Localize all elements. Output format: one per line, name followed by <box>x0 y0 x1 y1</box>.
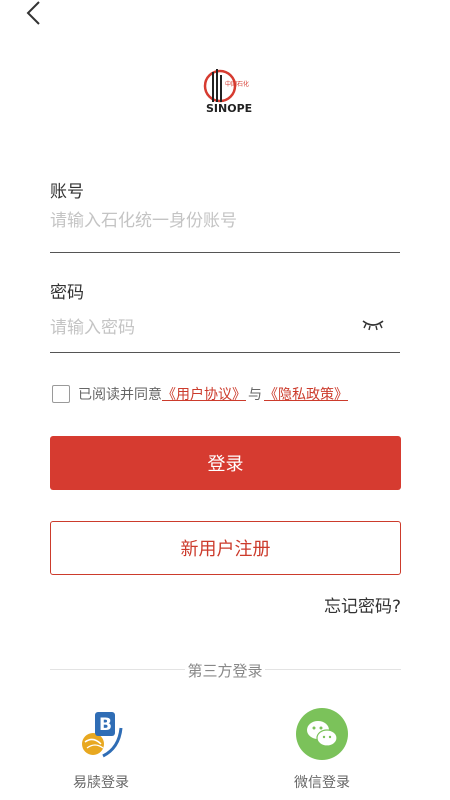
yidu-login-label: 易牍登录 <box>73 775 129 791</box>
yidu-app-icon: B <box>82 712 123 758</box>
wechat-login-label: 微信登录 <box>294 775 350 791</box>
third-party-title-wrap: 第三方登录 <box>0 660 450 681</box>
agreement-text: 已阅读并同意 <box>78 387 162 403</box>
password-underline <box>50 352 400 353</box>
wechat-icon <box>296 708 348 760</box>
forgot-password-link[interactable]: 忘记密码? <box>324 592 401 617</box>
third-party-title: 第三方登录 <box>185 662 265 680</box>
agreement-checkbox[interactable] <box>52 385 70 403</box>
svg-text:B: B <box>99 715 112 735</box>
agreement-row: 已阅读并同意 《用户协议》 与 《隐私政策》 <box>52 383 348 405</box>
account-label: 账号 <box>50 182 84 202</box>
back-button[interactable] <box>20 0 48 26</box>
privacy-policy-link[interactable]: 《隐私政策》 <box>264 384 348 404</box>
svg-text:中国石化: 中国石化 <box>225 80 249 88</box>
account-input[interactable] <box>50 206 400 236</box>
agreement-and-text: 与 <box>248 387 262 403</box>
account-underline <box>50 252 400 253</box>
register-button[interactable]: 新用户注册 <box>50 521 401 575</box>
password-input[interactable] <box>50 313 350 343</box>
user-agreement-link[interactable]: 《用户协议》 <box>162 384 246 404</box>
wechat-login-button[interactable]: 微信登录 <box>282 708 362 792</box>
chevron-left-icon <box>26 1 40 25</box>
password-visibility-toggle[interactable] <box>360 316 386 334</box>
eye-closed-icon <box>362 320 384 331</box>
yidu-login-button[interactable]: B 易牍登录 <box>61 708 141 792</box>
sinopec-logo: 中国石化 SINOPEC <box>198 66 260 116</box>
login-button[interactable]: 登录 <box>50 436 401 490</box>
password-label: 密码 <box>50 283 84 303</box>
svg-text:SINOPEC: SINOPEC <box>206 102 252 115</box>
